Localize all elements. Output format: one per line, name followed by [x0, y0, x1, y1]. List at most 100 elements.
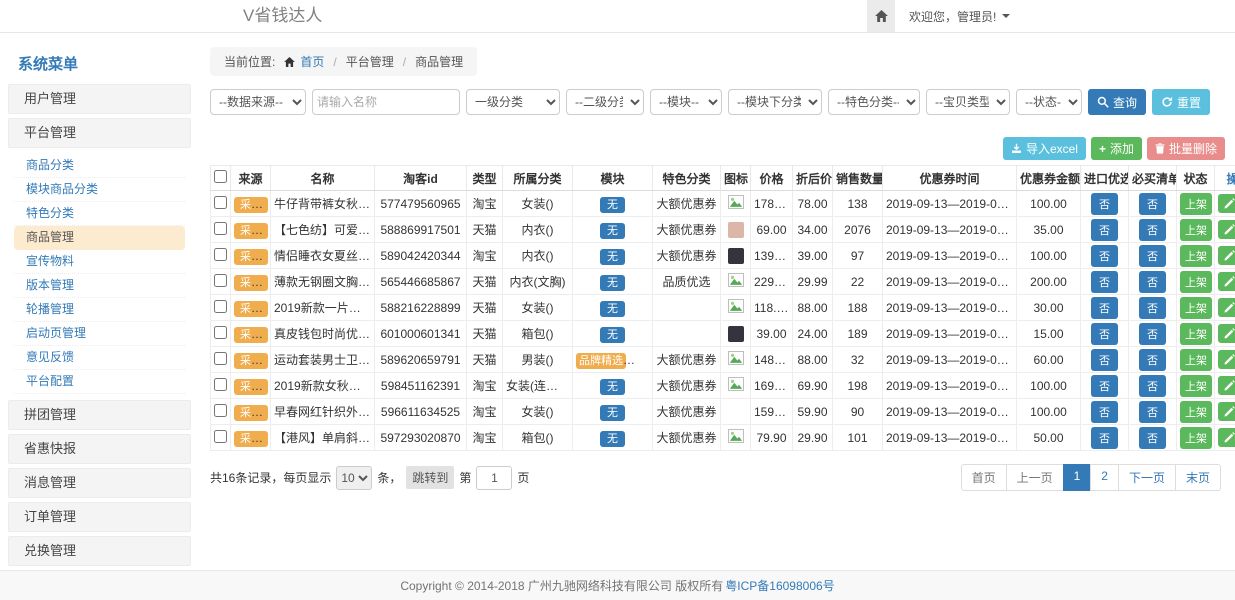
breadcrumb-link-home[interactable]: 首页 — [300, 53, 324, 70]
must-buy-toggle[interactable]: 否 — [1139, 219, 1166, 241]
row-checkbox-cell — [211, 269, 231, 295]
imported-toggle[interactable]: 否 — [1091, 245, 1118, 267]
trash-icon — [1155, 143, 1165, 154]
row-checkbox[interactable] — [214, 352, 227, 365]
row-checkbox[interactable] — [214, 274, 227, 287]
imported-toggle[interactable]: 否 — [1091, 219, 1118, 241]
module-subcategory-select[interactable]: --模块下分类-- — [728, 89, 822, 115]
row-checkbox[interactable] — [214, 378, 227, 391]
sidebar-group[interactable]: 用户管理 — [8, 84, 191, 114]
sidebar-subitem[interactable]: 商品分类 — [14, 154, 185, 178]
edit-button[interactable] — [1218, 298, 1235, 317]
must-buy-toggle[interactable]: 否 — [1139, 193, 1166, 215]
status-button[interactable]: 上架 — [1180, 245, 1212, 267]
must-buy-toggle[interactable]: 否 — [1139, 245, 1166, 267]
row-checkbox[interactable] — [214, 248, 227, 261]
sidebar-group[interactable]: 订单管理 — [8, 502, 191, 532]
search-button[interactable]: 查询 — [1088, 89, 1146, 115]
icon-cell — [721, 373, 751, 399]
sidebar-group[interactable]: 拼团管理 — [8, 400, 191, 430]
imported-toggle[interactable]: 否 — [1091, 323, 1118, 345]
must-buy-toggle[interactable]: 否 — [1139, 427, 1166, 449]
level1-category-select[interactable]: 一级分类 — [466, 89, 560, 115]
pager-prev[interactable]: 上一页 — [1006, 464, 1064, 491]
name-input[interactable] — [312, 89, 460, 115]
must-buy-toggle[interactable]: 否 — [1139, 297, 1166, 319]
sidebar-group[interactable]: 平台管理 — [8, 118, 191, 148]
edit-button[interactable] — [1218, 428, 1235, 447]
row-checkbox[interactable] — [214, 326, 227, 339]
sidebar-group[interactable]: 消息管理 — [8, 468, 191, 498]
row-checkbox[interactable] — [214, 222, 227, 235]
must-buy-toggle[interactable]: 否 — [1139, 323, 1166, 345]
per-page-select[interactable]: 10 — [336, 466, 372, 490]
imported-toggle[interactable]: 否 — [1091, 401, 1118, 423]
status-button[interactable]: 上架 — [1180, 401, 1212, 423]
select-all-checkbox[interactable] — [214, 170, 227, 183]
pager-page-1[interactable]: 1 — [1063, 464, 1092, 491]
discount-price: 88.00 — [793, 347, 833, 373]
imported-toggle[interactable]: 否 — [1091, 427, 1118, 449]
status-button[interactable]: 上架 — [1180, 349, 1212, 371]
edit-button[interactable] — [1218, 220, 1235, 239]
icp-link[interactable]: 粤ICP备16098006号 — [725, 577, 834, 594]
status-button[interactable]: 上架 — [1180, 375, 1212, 397]
sidebar-subitem[interactable]: 版本管理 — [14, 274, 185, 298]
edit-button[interactable] — [1218, 246, 1235, 265]
add-button[interactable]: + 添加 — [1091, 137, 1142, 160]
imported-toggle[interactable]: 否 — [1091, 193, 1118, 215]
home-button[interactable] — [867, 0, 895, 32]
sidebar-subitem[interactable]: 意见反馈 — [14, 346, 185, 370]
edit-button[interactable] — [1218, 324, 1235, 343]
imported-toggle[interactable]: 否 — [1091, 375, 1118, 397]
bulk-delete-button[interactable]: 批量删除 — [1147, 137, 1225, 160]
sidebar-subitem[interactable]: 模块商品分类 — [14, 178, 185, 202]
feature-category-select[interactable]: --特色分类-- — [828, 89, 920, 115]
imported-toggle[interactable]: 否 — [1091, 271, 1118, 293]
module-select[interactable]: --模块-- — [650, 89, 722, 115]
must-buy-toggle[interactable]: 否 — [1139, 375, 1166, 397]
edit-button[interactable] — [1218, 272, 1235, 291]
must-buy-toggle[interactable]: 否 — [1139, 271, 1166, 293]
sidebar-subitem[interactable]: 商品管理 — [14, 226, 185, 250]
image-icon — [728, 299, 744, 313]
item-type-select[interactable]: --宝贝类型-- — [926, 89, 1010, 115]
pager-next[interactable]: 下一页 — [1118, 464, 1176, 491]
edit-button[interactable] — [1218, 350, 1235, 369]
data-source-select[interactable]: --数据来源-- — [210, 89, 306, 115]
user-menu[interactable]: 欢迎您，管理员! — [895, 0, 1024, 32]
must-buy-toggle[interactable]: 否 — [1139, 349, 1166, 371]
edit-button[interactable] — [1218, 376, 1235, 395]
sidebar-subitem[interactable]: 宣传物料 — [14, 250, 185, 274]
import-excel-button[interactable]: 导入excel — [1003, 137, 1086, 160]
sidebar-subitem[interactable]: 特色分类 — [14, 202, 185, 226]
edit-button[interactable] — [1218, 402, 1235, 421]
sidebar-group[interactable]: 省惠快报 — [8, 434, 191, 464]
status-button[interactable]: 上架 — [1180, 271, 1212, 293]
status-select[interactable]: --状态-- — [1016, 89, 1082, 115]
sidebar-subitem[interactable]: 启动页管理 — [14, 322, 185, 346]
status-button[interactable]: 上架 — [1180, 193, 1212, 215]
reset-button[interactable]: 重置 — [1152, 89, 1210, 115]
edit-button[interactable] — [1218, 194, 1235, 213]
row-checkbox[interactable] — [214, 300, 227, 313]
pager-page-2[interactable]: 2 — [1090, 464, 1119, 491]
imported-toggle[interactable]: 否 — [1091, 349, 1118, 371]
pager-first[interactable]: 首页 — [961, 464, 1007, 491]
sidebar-subitem[interactable]: 平台配置 — [14, 370, 185, 394]
row-checkbox[interactable] — [214, 404, 227, 417]
imported-toggle[interactable]: 否 — [1091, 297, 1118, 319]
row-checkbox[interactable] — [214, 430, 227, 443]
status-button[interactable]: 上架 — [1180, 297, 1212, 319]
pager-last[interactable]: 末页 — [1175, 464, 1221, 491]
sidebar-subitem[interactable]: 轮播管理 — [14, 298, 185, 322]
sidebar-group[interactable]: 兑换管理 — [8, 536, 191, 566]
status-button[interactable]: 上架 — [1180, 427, 1212, 449]
status-button[interactable]: 上架 — [1180, 323, 1212, 345]
status-button[interactable]: 上架 — [1180, 219, 1212, 241]
page-number-input[interactable] — [476, 466, 512, 490]
level2-category-select[interactable]: --二级分类-- — [566, 89, 644, 115]
row-checkbox[interactable] — [214, 196, 227, 209]
must-buy-toggle[interactable]: 否 — [1139, 401, 1166, 423]
jump-button[interactable]: 跳转到 — [406, 466, 454, 489]
